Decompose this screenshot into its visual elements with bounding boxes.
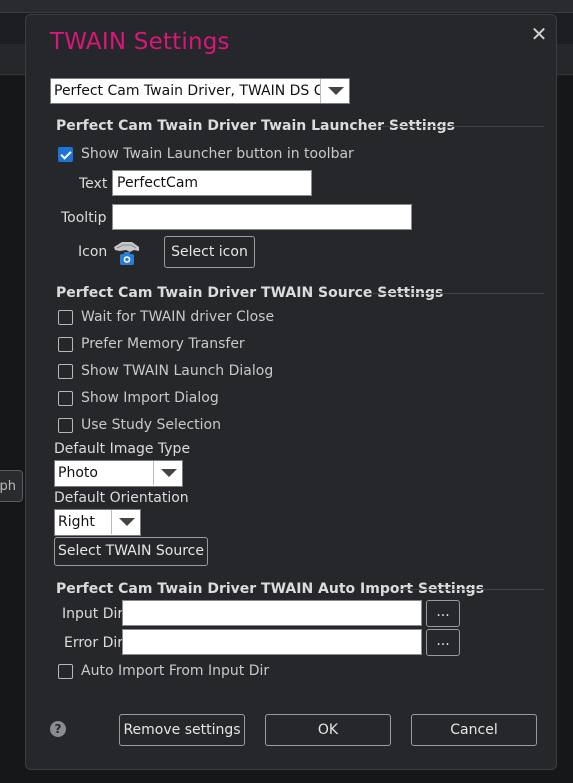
show-launcher-checkbox[interactable] [58,146,73,162]
auto-import-checkbox[interactable] [58,663,73,679]
section-divider [400,589,544,590]
cancel-button[interactable]: Cancel [411,714,537,746]
show-launcher-checkbox-row[interactable]: Show Twain Launcher button in toolbar [58,144,354,164]
image-type-value: Photo [58,465,98,481]
show-launch-dialog-checkbox[interactable] [58,363,73,379]
image-type-label: Default Image Type [54,441,191,457]
dialog-title: TWAIN Settings [50,29,230,55]
remove-settings-button[interactable]: Remove settings [119,714,245,746]
use-study-selection-row[interactable]: Use Study Selection [58,415,221,435]
input-dir-browse-button[interactable]: ... [426,600,460,627]
image-type-select[interactable]: Photo [54,460,183,487]
driver-select[interactable]: Perfect Cam Twain Driver, TWAIN DS Clas.… [50,78,350,104]
camera-hand-icon [114,242,139,265]
input-dir-label: Input Dir [62,606,124,622]
driver-select-value: Perfect Cam Twain Driver, TWAIN DS Clas.… [54,83,350,99]
error-dir-field[interactable] [122,629,422,655]
error-dir-browse-button[interactable]: ... [426,629,460,656]
show-launch-dialog-row[interactable]: Show TWAIN Launch Dialog [58,361,273,381]
tooltip-field-label: Tooltip [61,210,107,226]
auto-import-row[interactable]: Auto Import From Input Dir [58,661,269,681]
chevron-down-icon [153,461,182,485]
error-dir-label: Error Dir [64,635,124,651]
wait-driver-close-row[interactable]: Wait for TWAIN driver Close [58,307,274,327]
text-field-label: Text [79,176,108,192]
chevron-down-icon [111,510,140,534]
orientation-label: Default Orientation [54,490,189,506]
use-study-selection-checkbox[interactable] [58,417,73,433]
orientation-select[interactable]: Right [54,509,141,536]
help-icon[interactable]: ? [50,721,66,737]
auto-import-label: Auto Import From Input Dir [81,663,270,679]
select-icon-button[interactable]: Select icon [164,236,255,268]
show-import-dialog-row[interactable]: Show Import Dialog [58,388,219,408]
orientation-value: Right [58,514,95,530]
select-twain-source-button[interactable]: Select TWAIN Source [54,537,208,566]
text-field[interactable] [112,170,312,196]
icon-label: Icon [78,244,108,260]
prefer-memory-transfer-row[interactable]: Prefer Memory Transfer [58,334,245,354]
prefer-memory-transfer-checkbox[interactable] [58,336,73,352]
wait-driver-close-label: Wait for TWAIN driver Close [81,309,275,325]
section-divider [368,293,544,294]
show-launch-dialog-label: Show TWAIN Launch Dialog [81,363,274,379]
twain-settings-dialog: TWAIN Settings ✕ Perfect Cam Twain Drive… [25,14,557,770]
background-titlebar [0,0,573,13]
show-import-dialog-checkbox[interactable] [58,390,73,406]
ok-button[interactable]: OK [265,714,391,746]
show-launcher-label: Show Twain Launcher button in toolbar [81,146,354,162]
wait-driver-close-checkbox[interactable] [58,309,73,325]
input-dir-field[interactable] [122,600,422,626]
tooltip-field[interactable] [112,204,412,230]
background-side-button[interactable]: ph [0,470,23,502]
show-import-dialog-label: Show Import Dialog [81,390,219,406]
close-icon[interactable]: ✕ [528,23,550,45]
use-study-selection-label: Use Study Selection [81,417,221,433]
chevron-down-icon [320,79,349,103]
section-divider [376,126,544,127]
prefer-memory-transfer-label: Prefer Memory Transfer [81,336,245,352]
